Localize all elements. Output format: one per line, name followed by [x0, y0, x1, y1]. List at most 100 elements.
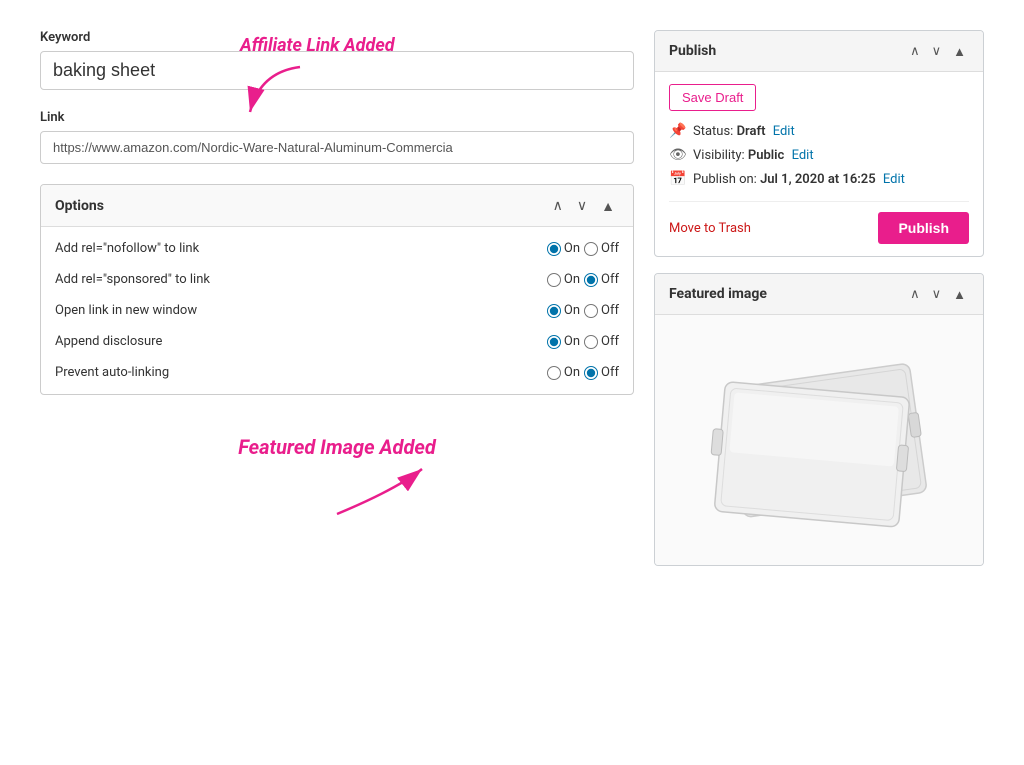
visibility-row: 👁 Visibility: Public Edit — [669, 147, 969, 163]
options-table: Add rel="nofollow" to link On Off — [41, 227, 633, 394]
publish-button[interactable]: Publish — [878, 212, 969, 244]
radio-sponsored-off-input[interactable] — [584, 273, 598, 287]
options-collapse-down-btn[interactable]: ∨ — [573, 195, 591, 216]
publish-collapse-up-btn[interactable]: ∧ — [907, 41, 923, 61]
keyword-section: Keyword — [40, 30, 634, 90]
radio-new-window-on-label: On — [564, 303, 580, 318]
options-collapse-up-btn[interactable]: ∧ — [549, 195, 567, 216]
option-label-sponsored: Add rel="sponsored" to link — [55, 272, 547, 287]
link-input[interactable] — [40, 131, 634, 164]
radio-nofollow-off-label: Off — [601, 241, 619, 256]
featured-annotation-block: Featured Image Added — [40, 415, 634, 519]
right-column: Publish ∧ ∨ ▲ Save Draft 📌 Status: Draft… — [654, 30, 984, 582]
publish-on-value: Publish on: Jul 1, 2020 at 16:25 Edit — [693, 172, 905, 187]
radio-sponsored-on-label: On — [564, 272, 580, 287]
radio-auto-linking-off-label: Off — [601, 365, 619, 380]
visibility-public: Public — [748, 148, 784, 163]
baking-sheet-image — [709, 340, 929, 540]
featured-image-panel-header: Featured image ∧ ∨ ▲ — [655, 274, 983, 315]
option-label-new-window: Open link in new window — [55, 303, 547, 318]
featured-image-body — [655, 315, 983, 565]
save-draft-button[interactable]: Save Draft — [669, 84, 756, 111]
option-row-nofollow: Add rel="nofollow" to link On Off — [41, 233, 633, 264]
visibility-label: Visibility: — [693, 148, 745, 163]
radio-disclosure-off-label: Off — [601, 334, 619, 349]
radio-sponsored-on[interactable]: On — [547, 272, 580, 287]
radio-new-window-off-label: Off — [601, 303, 619, 318]
radio-nofollow-off[interactable]: Off — [584, 241, 619, 256]
radio-auto-linking-on-label: On — [564, 365, 580, 380]
radio-auto-linking-off-input[interactable] — [584, 366, 598, 380]
publish-panel-title: Publish — [669, 43, 716, 59]
link-section: Affiliate Link Added Link — [40, 110, 634, 164]
publish-panel-controls: ∧ ∨ ▲ — [907, 41, 969, 61]
radio-sponsored-off[interactable]: Off — [584, 272, 619, 287]
move-to-trash-link[interactable]: Move to Trash — [669, 221, 751, 236]
publish-collapse-down-btn[interactable]: ∨ — [929, 41, 945, 61]
status-row: 📌 Status: Draft Edit — [669, 123, 969, 139]
visibility-icon: 👁 — [669, 147, 685, 163]
radio-sponsored-off-label: Off — [601, 272, 619, 287]
calendar-icon: 📅 — [669, 171, 685, 187]
status-edit-link[interactable]: Edit — [773, 124, 795, 139]
publish-footer: Move to Trash Publish — [669, 201, 969, 244]
radio-nofollow-on[interactable]: On — [547, 241, 580, 256]
publish-on-row: 📅 Publish on: Jul 1, 2020 at 16:25 Edit — [669, 171, 969, 187]
visibility-edit-link[interactable]: Edit — [792, 148, 814, 163]
radio-group-nofollow: On Off — [547, 241, 619, 256]
publish-panel-header: Publish ∧ ∨ ▲ — [655, 31, 983, 72]
radio-new-window-off-input[interactable] — [584, 304, 598, 318]
option-row-auto-linking: Prevent auto-linking On Off — [41, 357, 633, 388]
options-collapse-btn[interactable]: ▲ — [597, 196, 619, 216]
radio-auto-linking-off[interactable]: Off — [584, 365, 619, 380]
publish-on-edit-link[interactable]: Edit — [883, 172, 905, 187]
status-value: Status: Draft Edit — [693, 124, 795, 139]
radio-disclosure-on-input[interactable] — [547, 335, 561, 349]
radio-group-new-window: On Off — [547, 303, 619, 318]
featured-collapse-up-btn[interactable]: ∧ — [907, 284, 923, 304]
options-header-controls: ∧ ∨ ▲ — [549, 195, 619, 216]
featured-collapse-btn[interactable]: ▲ — [950, 285, 969, 304]
radio-sponsored-on-input[interactable] — [547, 273, 561, 287]
options-title: Options — [55, 198, 104, 214]
radio-group-sponsored: On Off — [547, 272, 619, 287]
radio-nofollow-on-input[interactable] — [547, 242, 561, 256]
keyword-label: Keyword — [40, 30, 634, 45]
radio-new-window-off[interactable]: Off — [584, 303, 619, 318]
option-row-new-window: Open link in new window On Off — [41, 295, 633, 326]
radio-disclosure-off-input[interactable] — [584, 335, 598, 349]
link-label: Link — [40, 110, 634, 125]
featured-image-panel-controls: ∧ ∨ ▲ — [907, 284, 969, 304]
radio-auto-linking-on[interactable]: On — [547, 365, 580, 380]
featured-arrow-icon — [237, 459, 437, 519]
left-column: Keyword Affiliate Link Added — [40, 30, 634, 582]
option-row-disclosure: Append disclosure On Off — [41, 326, 633, 357]
keyword-input[interactable] — [40, 51, 634, 90]
publish-panel-body: Save Draft 📌 Status: Draft Edit 👁 Visibi… — [655, 72, 983, 256]
radio-group-auto-linking: On Off — [547, 365, 619, 380]
status-icon: 📌 — [669, 123, 685, 139]
options-box: Options ∧ ∨ ▲ Add rel="nofollow" to link… — [40, 184, 634, 395]
featured-image-panel: Featured image ∧ ∨ ▲ — [654, 273, 984, 566]
publish-collapse-btn[interactable]: ▲ — [950, 42, 969, 61]
radio-group-disclosure: On Off — [547, 334, 619, 349]
radio-disclosure-on[interactable]: On — [547, 334, 580, 349]
option-label-nofollow: Add rel="nofollow" to link — [55, 241, 547, 256]
featured-collapse-down-btn[interactable]: ∨ — [929, 284, 945, 304]
radio-new-window-on[interactable]: On — [547, 303, 580, 318]
featured-annotation-text: Featured Image Added — [238, 435, 436, 459]
publish-panel: Publish ∧ ∨ ▲ Save Draft 📌 Status: Draft… — [654, 30, 984, 257]
radio-disclosure-off[interactable]: Off — [584, 334, 619, 349]
featured-image-annotation-wrapper: Featured Image Added — [40, 415, 634, 519]
radio-disclosure-on-label: On — [564, 334, 580, 349]
publish-on-label: Publish on: — [693, 172, 757, 187]
option-label-disclosure: Append disclosure — [55, 334, 547, 349]
option-label-auto-linking: Prevent auto-linking — [55, 365, 547, 380]
visibility-value: Visibility: Public Edit — [693, 148, 814, 163]
options-header: Options ∧ ∨ ▲ — [41, 185, 633, 227]
radio-auto-linking-on-input[interactable] — [547, 366, 561, 380]
radio-nofollow-off-input[interactable] — [584, 242, 598, 256]
status-draft: Draft — [737, 124, 766, 139]
option-row-sponsored: Add rel="sponsored" to link On Off — [41, 264, 633, 295]
radio-new-window-on-input[interactable] — [547, 304, 561, 318]
